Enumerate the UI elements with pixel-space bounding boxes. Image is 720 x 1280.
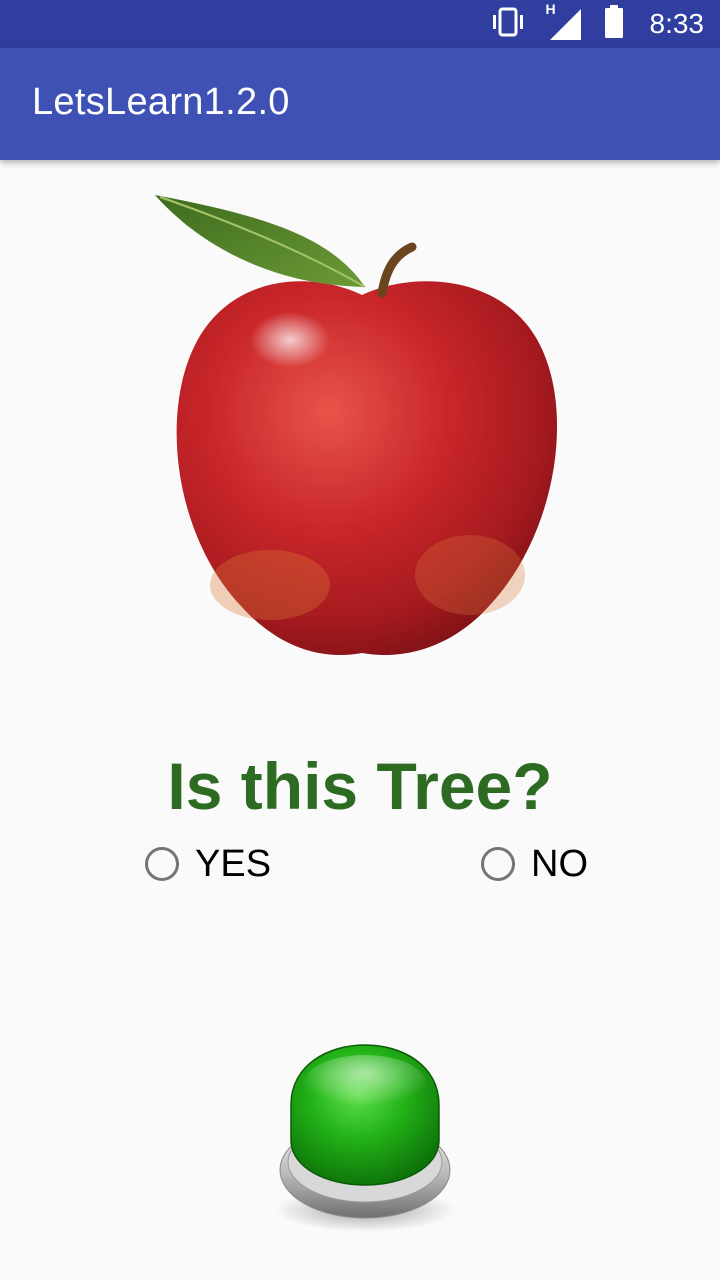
radio-circle-no[interactable] xyxy=(481,847,515,881)
radio-yes[interactable]: YES xyxy=(145,842,271,886)
vibrate-icon xyxy=(490,7,526,41)
radio-circle-yes[interactable] xyxy=(145,847,179,881)
app-title: LetsLearn1.2.0 xyxy=(32,81,290,123)
question-text: Is this Tree? xyxy=(167,749,553,823)
signal-icon: H xyxy=(546,1,582,41)
status-bar: H 8:33 xyxy=(0,0,720,48)
status-time: 8:33 xyxy=(649,8,705,39)
green-button-icon[interactable] xyxy=(268,1040,458,1235)
radio-label-yes: YES xyxy=(195,842,272,885)
battery-icon xyxy=(604,5,624,43)
radio-no[interactable]: NO xyxy=(481,842,588,886)
apple-image xyxy=(150,175,575,665)
radio-label-no: NO xyxy=(531,842,588,885)
status-icons: H 8:33 xyxy=(490,0,705,48)
app-bar: LetsLearn1.2.0 xyxy=(0,48,720,160)
